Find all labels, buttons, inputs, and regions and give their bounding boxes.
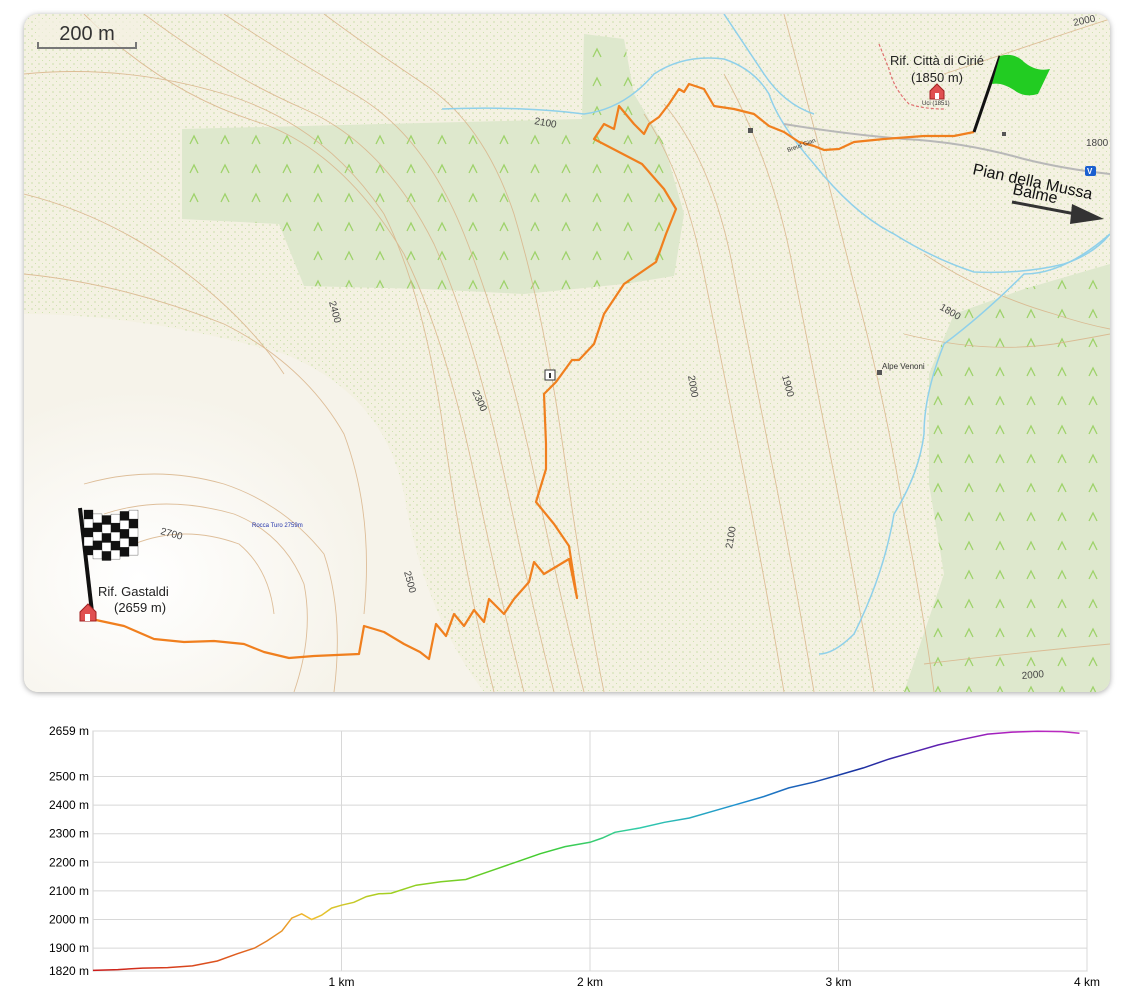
y-tick-label: 2400 m	[49, 798, 89, 812]
topographic-map[interactable]: 2000 1800 2100 2400 2300 2000 1900 1800 …	[24, 14, 1110, 692]
flag-checker-square	[101, 524, 112, 534]
x-tick-label: 1 km	[328, 975, 354, 989]
flag-checker-square	[128, 509, 139, 520]
flag-checker-square	[101, 515, 112, 525]
y-tick-label: 2200 m	[49, 855, 89, 869]
elevation-line	[92, 730, 1080, 972]
start-hut-altitude: (1850 m)	[911, 70, 963, 85]
contour-label: 1800	[1086, 138, 1109, 149]
y-tick-label: 2659 m	[49, 724, 89, 738]
x-tick-label: 3 km	[825, 975, 851, 989]
map-canvas[interactable]: 2000 1800 2100 2400 2300 2000 1900 1800 …	[24, 14, 1110, 692]
flag-checker-square	[128, 527, 139, 538]
flag-checker-square	[83, 509, 94, 520]
start-hut-name: Rif. Città di Cirié	[890, 53, 984, 68]
x-tick-label: 2 km	[577, 975, 603, 989]
flag-checker-square	[92, 540, 103, 551]
flag-checker-square	[119, 520, 130, 530]
finish-hut-altitude: (2659 m)	[114, 600, 166, 615]
y-tick-label: 2000 m	[49, 913, 89, 927]
hut-small-label: Uci (1851)	[922, 101, 950, 107]
flag-checker-square	[119, 547, 130, 557]
flag-checker-square	[101, 542, 112, 552]
flag-checker-square	[92, 513, 103, 524]
flag-checker-square	[110, 540, 121, 551]
flag-checker-square	[110, 513, 121, 524]
flag-checker-square	[83, 527, 94, 538]
x-tick-label: 4 km	[1074, 975, 1100, 989]
elevation-chart[interactable]: 2659 m 2500 m 2400 m 2300 m 2200 m 2100 m 2000…	[0, 700, 1134, 1002]
info-icon[interactable]	[544, 369, 556, 381]
flag-checker-square	[110, 549, 121, 560]
y-tick-label: 2500 m	[49, 769, 89, 783]
y-tick-label: 1900 m	[49, 941, 89, 955]
y-axis: 2659 m 2500 m 2400 m 2300 m 2200 m 2100 m 2000…	[49, 724, 89, 978]
flag-checker-square	[110, 531, 121, 542]
scale-bar: 200 m	[36, 20, 138, 49]
chart-grid	[92, 730, 1088, 972]
flag-checker-square	[110, 522, 121, 533]
flag-checker-square	[128, 545, 139, 556]
flag-checker-square	[83, 545, 94, 556]
flag-checker-square	[128, 518, 139, 529]
flag-checker-square	[83, 518, 94, 529]
alpe-venoni-label: Alpe Venoni	[882, 362, 925, 371]
flag-checker-square	[83, 536, 94, 547]
finish-hut-name: Rif. Gastaldi	[98, 584, 169, 599]
flag-checker-square	[119, 511, 130, 521]
y-tick-label: 2100 m	[49, 884, 89, 898]
y-tick-label: 1820 m	[49, 964, 89, 978]
rocca-turo-label: Rocca Turo 2759m	[252, 523, 303, 529]
x-axis: 1 km 2 km 3 km 4 km	[328, 975, 1100, 989]
flag-checker-square	[92, 549, 103, 560]
elevation-profile[interactable]: 2659 m 2500 m 2400 m 2300 m 2200 m 2100 m 2000…	[0, 700, 1134, 1002]
flag-checker-square	[101, 551, 112, 561]
flag-checker-square	[119, 529, 130, 539]
flag-checker-square	[119, 538, 130, 548]
contour-label: 2000	[1021, 669, 1045, 682]
scale-bar-label: 200 m	[59, 23, 115, 45]
flag-checker-square	[92, 531, 103, 542]
flag-checker-square	[128, 536, 139, 547]
y-tick-label: 2300 m	[49, 827, 89, 841]
flag-checker-square	[92, 522, 103, 533]
flag-checker-square	[101, 533, 112, 543]
svg-text:V: V	[1087, 167, 1093, 176]
bus-stop-icon[interactable]: V	[1085, 166, 1096, 176]
